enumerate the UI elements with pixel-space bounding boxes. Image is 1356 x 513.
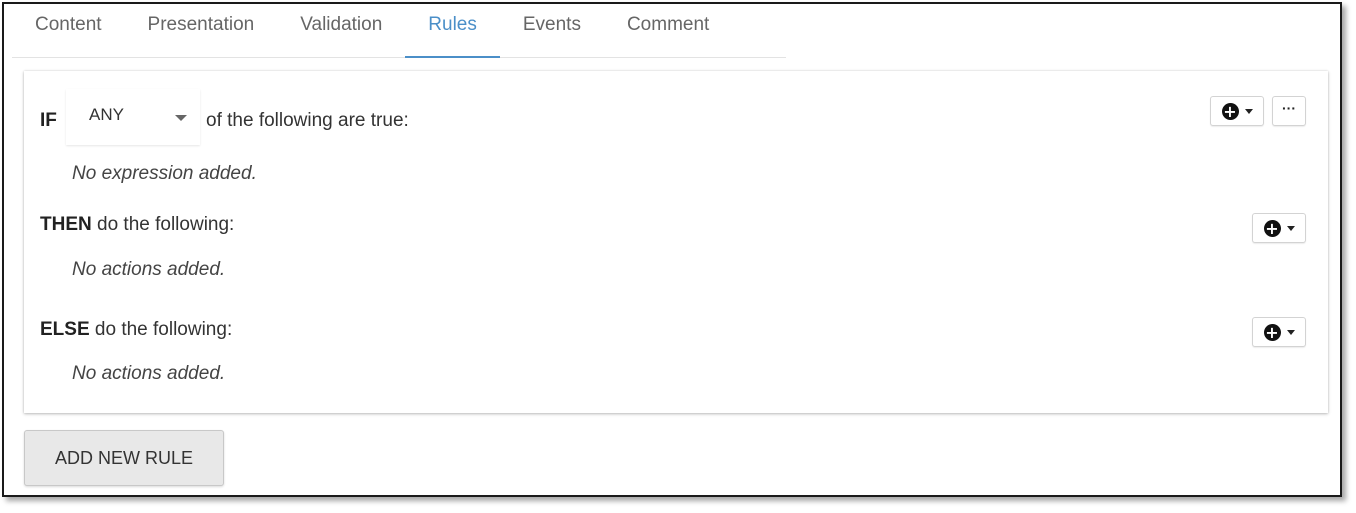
add-new-rule-button[interactable]: ADD NEW RULE: [24, 430, 224, 486]
rule-card: IF ANY of the following are true: + ··· …: [24, 71, 1328, 413]
rules-panel: Content Presentation Validation Rules Ev…: [2, 2, 1342, 497]
tab-comment[interactable]: Comment: [604, 4, 732, 57]
plus-circle-icon: +: [1263, 322, 1281, 342]
then-row: THEN do the following:: [40, 214, 234, 236]
if-keyword-wrap: IF: [40, 110, 57, 132]
tab-presentation[interactable]: Presentation: [125, 4, 278, 57]
match-type-select[interactable]: ANY: [66, 89, 200, 145]
tab-validation[interactable]: Validation: [277, 4, 405, 57]
tab-content[interactable]: Content: [12, 4, 125, 57]
tab-events[interactable]: Events: [500, 4, 604, 57]
more-options-button[interactable]: ···: [1272, 96, 1306, 126]
then-empty-note: No actions added.: [72, 259, 226, 280]
else-row: ELSE do the following:: [40, 319, 232, 341]
caret-down-icon: [1286, 225, 1295, 231]
then-keyword: THEN: [40, 214, 92, 235]
add-then-action-button[interactable]: +: [1252, 213, 1306, 243]
caret-down-icon: [1244, 108, 1253, 114]
else-text: do the following:: [94, 319, 233, 340]
then-text: do the following:: [97, 214, 235, 235]
tab-rules[interactable]: Rules: [405, 4, 500, 58]
match-type-value: ANY: [89, 105, 124, 124]
plus-circle-icon: +: [1221, 101, 1239, 121]
caret-down-icon: [1286, 329, 1295, 335]
tab-bar: Content Presentation Validation Rules Ev…: [12, 4, 786, 58]
add-expression-button[interactable]: +: [1210, 96, 1264, 126]
ellipsis-icon: ···: [1282, 100, 1296, 116]
else-keyword: ELSE: [40, 319, 90, 340]
if-keyword: IF: [40, 110, 57, 131]
else-empty-note: No actions added.: [72, 363, 226, 384]
if-empty-note: No expression added.: [72, 163, 257, 184]
add-else-action-button[interactable]: +: [1252, 317, 1306, 347]
caret-down-icon: [175, 115, 187, 121]
plus-circle-icon: +: [1263, 218, 1281, 238]
if-condition-text: of the following are true:: [206, 110, 409, 131]
